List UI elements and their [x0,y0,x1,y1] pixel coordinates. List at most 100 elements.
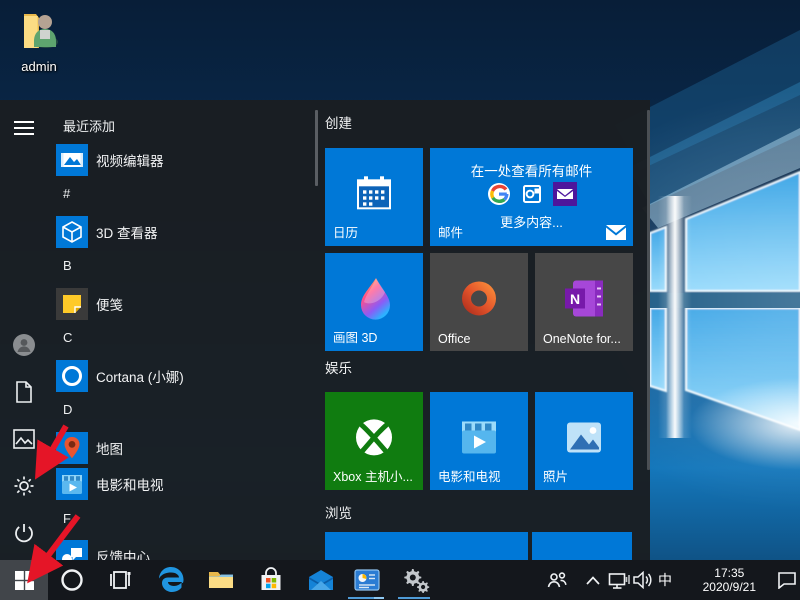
applist-header-f[interactable]: F [63,511,71,526]
people-button[interactable] [544,560,570,600]
documents-icon [14,381,34,403]
onenote-icon: N [561,276,607,320]
clock-date: 2020/9/21 [703,580,756,594]
mail-promo-icons [430,182,633,206]
app-item-feedback-hub[interactable]: 反馈中心 [56,536,308,560]
user-folder-icon [16,8,62,52]
file-explorer-icon [207,568,235,592]
google-icon [487,182,511,206]
applist-header-c[interactable]: C [63,330,72,345]
task-view-icon [108,569,132,591]
edge-button[interactable] [152,560,190,600]
system-app-button[interactable] [350,560,384,600]
taskbar-clock[interactable]: 17:35 2020/9/21 [703,560,756,600]
paint3d-icon [352,274,396,322]
tile-group-title-entertainment: 娱乐 [325,357,352,377]
action-center-icon [777,571,797,589]
pictures-button[interactable] [10,425,38,453]
applist-header-hash[interactable]: # [63,186,70,201]
tiles-scrollbar[interactable] [647,110,650,470]
tile-label: 照片 [543,466,568,485]
network-button[interactable] [606,560,632,600]
applist-header-b[interactable]: B [63,258,72,273]
start-button[interactable] [0,560,48,600]
power-button[interactable] [10,519,38,547]
app-item-label: 电影和电视 [96,474,164,494]
clock-time: 17:35 [714,566,744,580]
app-item-video-editor[interactable]: 视频编辑器 [56,140,308,180]
applist-header-recent: 最近添加 [63,116,115,135]
mail-badge-icon [606,225,626,240]
store-button[interactable] [252,560,290,600]
tile-label: 电影和电视 [438,466,501,485]
network-icon [608,571,630,590]
movies-tv-icon [56,468,88,500]
tile-paint3d[interactable]: 画图 3D [325,253,423,351]
task-view-button[interactable] [104,560,136,600]
ime-indicator[interactable]: 中 [653,560,677,600]
applist-scrollbar[interactable] [315,110,318,186]
movies-tv-icon [456,415,502,459]
running-indicator [398,597,430,599]
user-avatar-icon [12,333,36,357]
mail-taskbar-button[interactable] [302,560,340,600]
app-item-label: 视频编辑器 [96,150,164,170]
office-icon [457,276,501,320]
tile-group-title-create: 创建 [325,112,352,132]
desktop-user-folder-label: admin [10,59,68,74]
menu-icon [14,120,34,136]
photos-icon [562,415,606,459]
app-item-maps[interactable]: 地图 [56,428,308,468]
app-item-label: 地图 [96,438,123,458]
tile-browse-wide-partial[interactable] [325,532,528,560]
mail-envelope-icon [307,569,335,591]
cortana-taskbar-button[interactable] [56,560,88,600]
volume-icon [632,571,654,589]
app-item-3d-viewer[interactable]: 3D 查看器 [56,212,308,252]
app-item-label: Cortana (小娜) [96,366,184,386]
app-item-sticky-notes[interactable]: 便笺 [56,284,308,324]
tile-photos[interactable]: 照片 [535,392,633,490]
chevron-up-icon [586,576,600,585]
user-account-button[interactable] [10,331,38,359]
tile-browse-partial[interactable] [532,532,632,560]
store-icon [258,567,284,593]
menu-hamburger-button[interactable] [10,114,38,142]
pictures-icon [13,429,35,449]
cortana-circle-icon [60,568,84,592]
3d-viewer-icon [56,216,88,248]
screen: admin [0,0,800,600]
tile-movies-tv[interactable]: 电影和电视 [430,392,528,490]
documents-button[interactable] [10,378,38,406]
tile-office[interactable]: Office [430,253,528,351]
gears-app-button[interactable] [396,560,434,600]
mail-promo-title: 在一处查看所有邮件 [430,160,633,180]
xbox-icon [351,414,397,460]
maps-icon [56,432,88,464]
tile-xbox[interactable]: Xbox 主机小... [325,392,423,490]
taskbar: 中 17:35 2020/9/21 [0,560,800,600]
video-editor-icon [56,144,88,176]
people-icon [546,570,568,590]
tile-onenote[interactable]: N OneNote for... [535,253,633,351]
desktop-user-folder[interactable]: admin [10,8,68,74]
action-center-button[interactable] [774,560,800,600]
tile-label: Office [438,332,470,346]
tile-mail[interactable]: 在一处查看所有邮件 [430,148,633,246]
tile-calendar[interactable]: 日历 [325,148,423,246]
app-item-label: 便笺 [96,294,123,314]
running-indicator-active [374,597,384,599]
tile-label: 日历 [333,222,358,241]
applist-header-d[interactable]: D [63,402,72,417]
tray-chevron-button[interactable] [582,560,604,600]
calendar-icon [351,170,397,216]
app-item-label: 3D 查看器 [96,222,158,242]
file-explorer-button[interactable] [202,560,240,600]
app-item-cortana[interactable]: Cortana (小娜) [56,356,308,396]
tile-label: OneNote for... [543,332,621,346]
tile-group-title-browse: 浏览 [325,502,352,522]
tile-label: 画图 3D [333,327,377,346]
settings-button[interactable] [10,472,38,500]
app-item-movies-tv[interactable]: 电影和电视 [56,464,308,504]
yahoo-mail-icon [553,182,577,206]
